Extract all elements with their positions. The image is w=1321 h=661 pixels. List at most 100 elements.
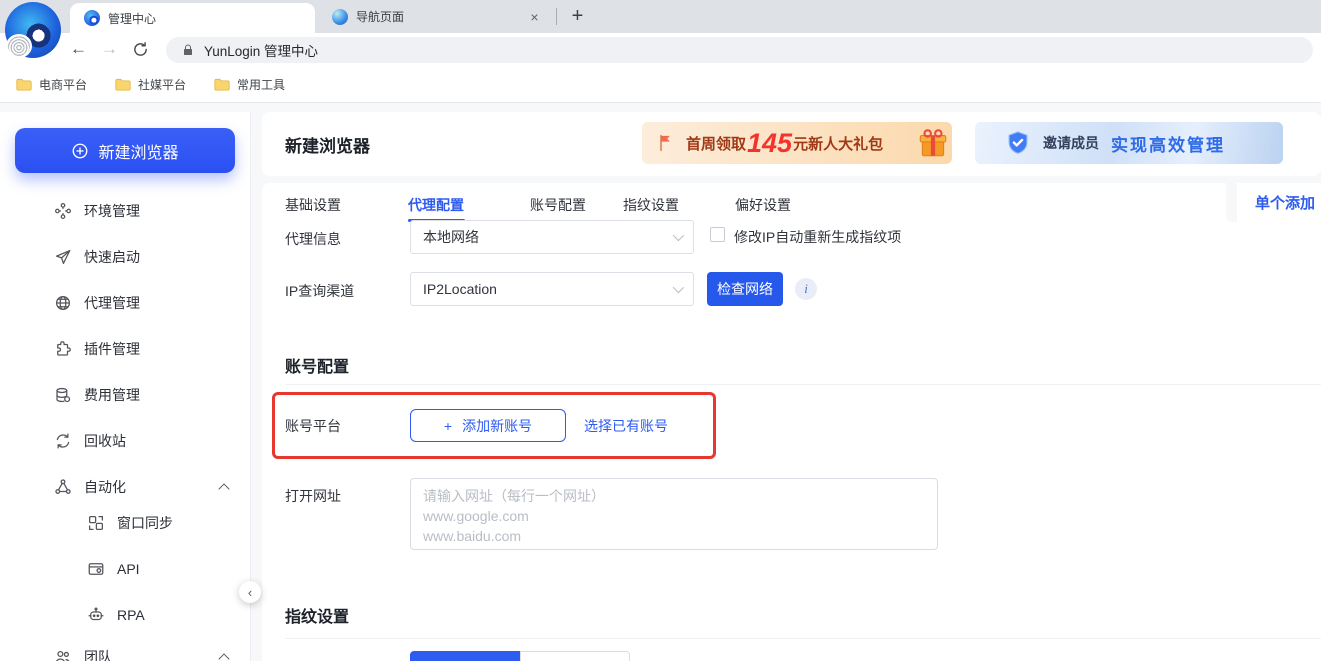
browser-tab-admin-center[interactable]: 管理中心 bbox=[70, 3, 315, 33]
sidebar-item-label: 团队 bbox=[84, 647, 112, 661]
sidebar-item-team[interactable]: 团队 bbox=[0, 634, 250, 661]
sidebar-item-plugins[interactable]: 插件管理 bbox=[0, 326, 250, 372]
sidebar-item-label: 费用管理 bbox=[84, 385, 140, 405]
invite-highlight: 实现高效管理 bbox=[1111, 131, 1225, 156]
sidebar-item-proxy[interactable]: 代理管理 bbox=[0, 280, 250, 326]
invite-prefix: 邀请成员 bbox=[1043, 133, 1099, 153]
open-url-textarea[interactable]: 请输入网址（每行一个网址） www.google.com www.baidu.c… bbox=[410, 478, 938, 550]
sidebar: 新建浏览器 环境管理 快速启动 代理管理 插件管理 bbox=[0, 112, 250, 661]
sidebar-item-label: 窗口同步 bbox=[117, 513, 173, 533]
globe-icon bbox=[54, 294, 72, 312]
new-tab-button[interactable]: + bbox=[564, 3, 591, 30]
window-sync-icon bbox=[87, 514, 105, 532]
browser-tab-nav-page[interactable]: 导航页面 bbox=[318, 0, 550, 33]
bookmark-folder-tools[interactable]: 常用工具 bbox=[214, 76, 285, 93]
forward-icon[interactable]: → bbox=[101, 39, 118, 59]
placeholder-line: www.baidu.com bbox=[423, 526, 925, 546]
new-browser-button-label: 新建浏览器 bbox=[98, 139, 178, 163]
form-tab-account[interactable]: 账号配置 bbox=[530, 195, 586, 215]
form-tab-fingerprint[interactable]: 指纹设置 bbox=[623, 195, 679, 215]
admin-center-favicon-icon bbox=[84, 10, 100, 26]
select-existing-account-link[interactable]: 选择已有账号 bbox=[584, 416, 668, 436]
sidebar-item-recycle-bin[interactable]: 回收站 bbox=[0, 418, 250, 464]
ip-channel-select[interactable]: IP2Location bbox=[410, 272, 694, 306]
api-icon bbox=[87, 560, 105, 578]
add-new-account-button[interactable]: + 添加新账号 bbox=[410, 409, 566, 442]
paper-plane-icon bbox=[54, 248, 72, 266]
tab-label: 管理中心 bbox=[108, 10, 156, 27]
proxy-info-select[interactable]: 本地网络 bbox=[410, 220, 694, 254]
regen-fingerprint-label: 修改IP自动重新生成指纹项 bbox=[734, 227, 901, 247]
plus-icon: + bbox=[444, 418, 452, 434]
sidebar-item-label: 快速启动 bbox=[84, 247, 140, 267]
chevron-up-icon[interactable] bbox=[218, 653, 229, 661]
sidebar-item-window-sync[interactable]: 窗口同步 bbox=[0, 500, 250, 546]
bookmarks-bar: 电商平台 社媒平台 常用工具 bbox=[0, 66, 1321, 103]
promo-suffix: 元新人大礼包 bbox=[793, 133, 883, 154]
folder-icon bbox=[214, 78, 230, 91]
single-add-link[interactable]: 单个添加 bbox=[1255, 192, 1315, 213]
promo-banner[interactable]: 首周领取 145 元新人大礼包 bbox=[642, 122, 952, 164]
tab-label: 导航页面 bbox=[356, 8, 404, 25]
sidebar-collapse-button[interactable]: ‹ bbox=[239, 581, 261, 603]
sidebar-item-environment[interactable]: 环境管理 bbox=[0, 188, 250, 234]
bookmark-folder-social[interactable]: 社媒平台 bbox=[115, 76, 186, 93]
proxy-info-label: 代理信息 bbox=[285, 229, 341, 249]
chevron-up-icon[interactable] bbox=[218, 483, 229, 494]
form-tab-proxy[interactable]: 代理配置 bbox=[408, 195, 464, 215]
account-platform-label: 账号平台 bbox=[285, 416, 341, 436]
sidebar-item-label: 环境管理 bbox=[84, 201, 140, 221]
check-network-button[interactable]: 检查网络 bbox=[707, 272, 783, 306]
promo-amount: 145 bbox=[747, 130, 792, 157]
ip-channel-label: IP查询渠道 bbox=[285, 281, 354, 301]
fingerprint-segment-active[interactable] bbox=[410, 651, 520, 661]
sidebar-item-rpa[interactable]: RPA bbox=[0, 592, 250, 638]
section-divider bbox=[285, 638, 1321, 639]
folder-icon bbox=[16, 78, 32, 91]
lock-icon bbox=[182, 43, 194, 57]
form-tab-preference[interactable]: 偏好设置 bbox=[735, 195, 791, 215]
sidebar-item-quick-launch[interactable]: 快速启动 bbox=[0, 234, 250, 280]
add-new-account-label: 添加新账号 bbox=[462, 416, 532, 436]
sidebar-item-label: RPA bbox=[117, 607, 145, 623]
plus-circle-icon bbox=[71, 142, 89, 160]
proxy-info-value: 本地网络 bbox=[423, 227, 479, 247]
info-icon[interactable]: i bbox=[795, 278, 817, 300]
coins-icon bbox=[54, 386, 72, 404]
bookmark-label: 常用工具 bbox=[237, 76, 285, 93]
rpa-robot-icon bbox=[87, 606, 105, 624]
sidebar-item-billing[interactable]: 费用管理 bbox=[0, 372, 250, 418]
back-icon[interactable]: ← bbox=[70, 39, 87, 59]
sidebar-item-label: API bbox=[117, 561, 140, 577]
address-text: YunLogin 管理中心 bbox=[204, 40, 318, 60]
form-tab-basic[interactable]: 基础设置 bbox=[285, 195, 341, 215]
section-divider bbox=[285, 384, 1321, 385]
url-omnibox[interactable]: YunLogin 管理中心 bbox=[166, 37, 1313, 63]
sidebar-item-label: 代理管理 bbox=[84, 293, 140, 313]
fingerprint-section-title: 指纹设置 bbox=[285, 603, 349, 627]
nav-page-favicon-icon bbox=[332, 9, 348, 25]
new-browser-form-panel: 单个添加 基础设置 代理配置 账号配置 指纹设置 偏好设置 代理信息 本地网络 … bbox=[262, 183, 1321, 661]
sidebar-item-api[interactable]: API bbox=[0, 546, 250, 592]
fingerprint-segment-inactive[interactable] bbox=[520, 651, 630, 661]
fingerprint-icon bbox=[6, 34, 32, 58]
sidebar-item-label: 插件管理 bbox=[84, 339, 140, 359]
refresh-icon[interactable] bbox=[132, 41, 149, 58]
panel-notch bbox=[1226, 183, 1237, 222]
ip-channel-value: IP2Location bbox=[423, 281, 497, 297]
bookmark-folder-ecommerce[interactable]: 电商平台 bbox=[16, 76, 87, 93]
flag-icon bbox=[656, 132, 676, 154]
shield-check-icon bbox=[1005, 129, 1031, 157]
regen-fingerprint-checkbox[interactable] bbox=[710, 227, 725, 242]
new-browser-button[interactable]: 新建浏览器 bbox=[15, 128, 235, 173]
close-tab-icon[interactable]: × bbox=[525, 7, 544, 26]
sidebar-item-label: 自动化 bbox=[84, 477, 126, 497]
folder-icon bbox=[115, 78, 131, 91]
team-icon bbox=[54, 648, 72, 661]
bookmark-label: 社媒平台 bbox=[138, 76, 186, 93]
invite-banner[interactable]: 邀请成员 实现高效管理 bbox=[975, 122, 1283, 164]
recycle-icon bbox=[54, 432, 72, 450]
gift-box-icon bbox=[916, 125, 950, 161]
account-section-title: 账号配置 bbox=[285, 353, 349, 377]
environment-nodes-icon bbox=[54, 202, 72, 220]
